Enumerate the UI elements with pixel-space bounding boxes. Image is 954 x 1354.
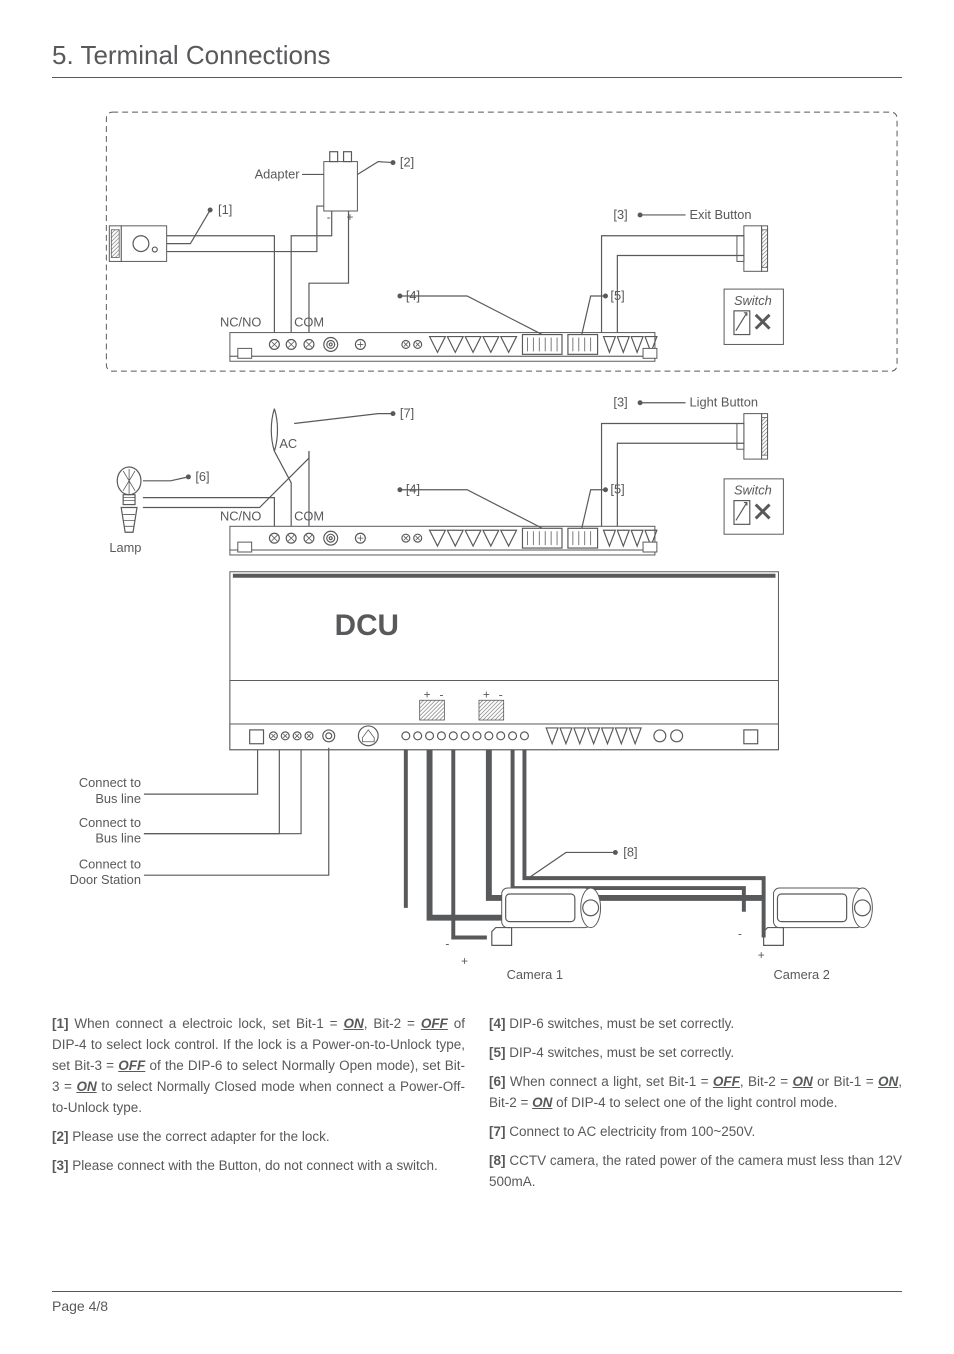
camera2-label: Camera 2 <box>774 967 830 982</box>
svg-text:DCU: DCU <box>335 609 399 642</box>
ref-3-top: [3] <box>613 207 627 222</box>
terminal-row-mid <box>230 526 657 555</box>
light-button-icon <box>737 414 768 459</box>
svg-text:Switch: Switch <box>734 483 772 498</box>
note-4: [4] DIP-6 switches, must be set correctl… <box>489 1014 902 1035</box>
svg-text:Switch: Switch <box>734 293 772 308</box>
svg-text:+: + <box>424 687 431 701</box>
page-footer: Page 4/8 <box>52 1291 902 1314</box>
ac-icon <box>271 409 277 452</box>
note-8: [8] CCTV camera, the rated power of the … <box>489 1151 902 1193</box>
note-6: [6] When connect a light, set Bit-1 = OF… <box>489 1072 902 1114</box>
com-top: COM <box>294 315 324 330</box>
dcu-icon: DCU + - + - <box>230 572 779 750</box>
switch-icon-top: Switch <box>724 289 783 344</box>
svg-text:Connect to: Connect to <box>79 815 141 830</box>
lamp-label: Lamp <box>109 540 141 555</box>
ref-6: [6] <box>195 469 209 484</box>
svg-text:-: - <box>327 210 331 224</box>
note-2: [2] Please use the correct adapter for t… <box>52 1127 465 1148</box>
note-7: [7] Connect to AC electricity from 100~2… <box>489 1122 902 1143</box>
svg-text:+: + <box>347 210 354 224</box>
note-5: [5] DIP-4 switches, must be set correctl… <box>489 1043 902 1064</box>
switch-icon-mid: Switch <box>724 479 783 534</box>
camera1-icon <box>492 888 601 945</box>
ref-1: [1] <box>218 202 232 217</box>
terminal-row-top <box>230 333 657 362</box>
svg-text:+: + <box>483 687 490 701</box>
camera2-icon <box>764 888 873 945</box>
svg-text:-: - <box>439 687 443 701</box>
svg-text:+: + <box>758 948 765 962</box>
adapter-icon <box>324 152 358 211</box>
note-3: [3] Please connect with the Button, do n… <box>52 1156 465 1177</box>
svg-text:Bus line: Bus line <box>95 831 141 846</box>
svg-text:Connect to: Connect to <box>79 856 141 871</box>
exit-button-label: Exit Button <box>690 207 752 222</box>
notes-section: [1] When connect a electroic lock, set B… <box>52 1014 902 1200</box>
ncno-mid: NC/NO <box>220 508 261 523</box>
lamp-icon <box>117 467 141 532</box>
note-1: [1] When connect a electroic lock, set B… <box>52 1014 465 1119</box>
ncno-top: NC/NO <box>220 315 261 330</box>
svg-text:-: - <box>445 936 449 950</box>
com-mid: COM <box>294 508 324 523</box>
svg-text:-: - <box>499 687 503 701</box>
light-button-label: Light Button <box>690 395 758 410</box>
ref-2: [2] <box>400 155 414 170</box>
exit-button-icon <box>737 226 768 271</box>
section-heading: 5. Terminal Connections <box>52 40 902 78</box>
adapter-label: Adapter <box>255 166 301 181</box>
camera1-label: Camera 1 <box>507 967 563 982</box>
svg-text:-: - <box>738 926 742 940</box>
svg-text:Door Station: Door Station <box>70 872 141 887</box>
lock-icon <box>109 226 166 262</box>
ref-5-top: [5] <box>610 288 624 303</box>
ref-7: [7] <box>400 406 414 421</box>
ref-5-mid: [5] <box>610 482 624 497</box>
ref-3-mid: [3] <box>613 395 627 410</box>
terminal-diagram: [1] Adapter [2] - + Exit Button [3] Swit… <box>52 102 902 1002</box>
svg-text:+: + <box>461 954 468 968</box>
svg-text:Bus line: Bus line <box>95 791 141 806</box>
svg-text:Connect to: Connect to <box>79 775 141 790</box>
ac-label: AC <box>279 436 297 451</box>
ref-8: [8] <box>623 844 637 859</box>
